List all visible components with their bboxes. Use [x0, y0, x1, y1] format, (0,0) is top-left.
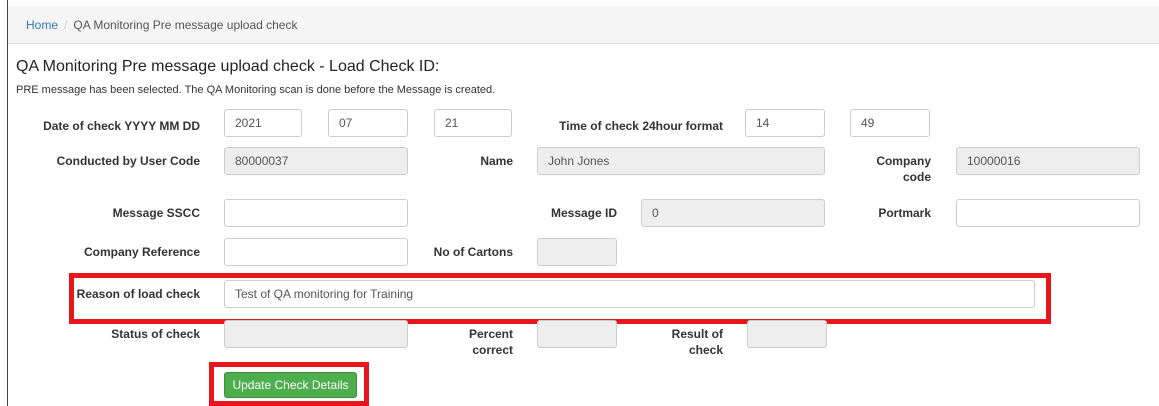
breadcrumb-separator: /: [64, 18, 68, 32]
cartons-field[interactable]: [537, 238, 617, 266]
breadcrumb-home-link[interactable]: Home: [26, 18, 58, 32]
user-code-label: Conducted by User Code: [56, 154, 200, 168]
portmark-field[interactable]: [956, 199, 1140, 227]
status-label: Status of check: [111, 327, 200, 341]
message-id-field[interactable]: 0: [641, 199, 825, 227]
result-field[interactable]: [747, 320, 827, 348]
time-hour-field[interactable]: 14: [745, 109, 825, 137]
cartons-label: No of Cartons: [433, 245, 513, 259]
portmark-label: Portmark: [878, 206, 931, 220]
update-check-details-button[interactable]: Update Check Details: [224, 372, 357, 398]
reason-field[interactable]: Test of QA monitoring for Training: [224, 280, 1035, 308]
percent-field[interactable]: [537, 320, 617, 348]
company-ref-label: Company Reference: [83, 245, 200, 259]
result-label-line2: check: [688, 343, 723, 357]
company-ref-field[interactable]: [224, 238, 408, 266]
message-id-label: Message ID: [550, 206, 617, 220]
company-code-label-line1: Company: [876, 154, 931, 168]
breadcrumb: Home / QA Monitoring Pre message upload ch…: [8, 6, 1159, 44]
date-month-field[interactable]: 07: [328, 109, 408, 137]
result-label-line1: Result of: [671, 327, 723, 341]
page-title: QA Monitoring Pre message upload check -…: [16, 58, 440, 75]
company-code-field[interactable]: 10000016: [956, 147, 1140, 175]
time-label: Time of check 24hour format: [559, 119, 723, 133]
breadcrumb-current: QA Monitoring Pre message upload check: [73, 18, 298, 32]
name-field[interactable]: John Jones: [537, 147, 825, 175]
reason-label: Reason of load check: [76, 287, 200, 301]
page-subtitle: PRE message has been selected. The QA Mo…: [16, 84, 496, 96]
user-code-field[interactable]: 80000037: [224, 147, 408, 175]
name-label: Name: [480, 154, 513, 168]
percent-label-line2: correct: [472, 343, 513, 357]
percent-label-line1: Percent: [468, 327, 513, 341]
date-year-field[interactable]: 2021: [224, 109, 302, 137]
sscc-field[interactable]: [224, 199, 408, 227]
date-day-field[interactable]: 21: [434, 109, 512, 137]
status-field[interactable]: [224, 320, 408, 348]
time-minute-field[interactable]: 49: [850, 109, 930, 137]
company-code-label-line2: code: [902, 170, 931, 184]
sscc-label: Message SSCC: [112, 206, 200, 220]
date-label: Date of check YYYY MM DD: [43, 119, 200, 133]
